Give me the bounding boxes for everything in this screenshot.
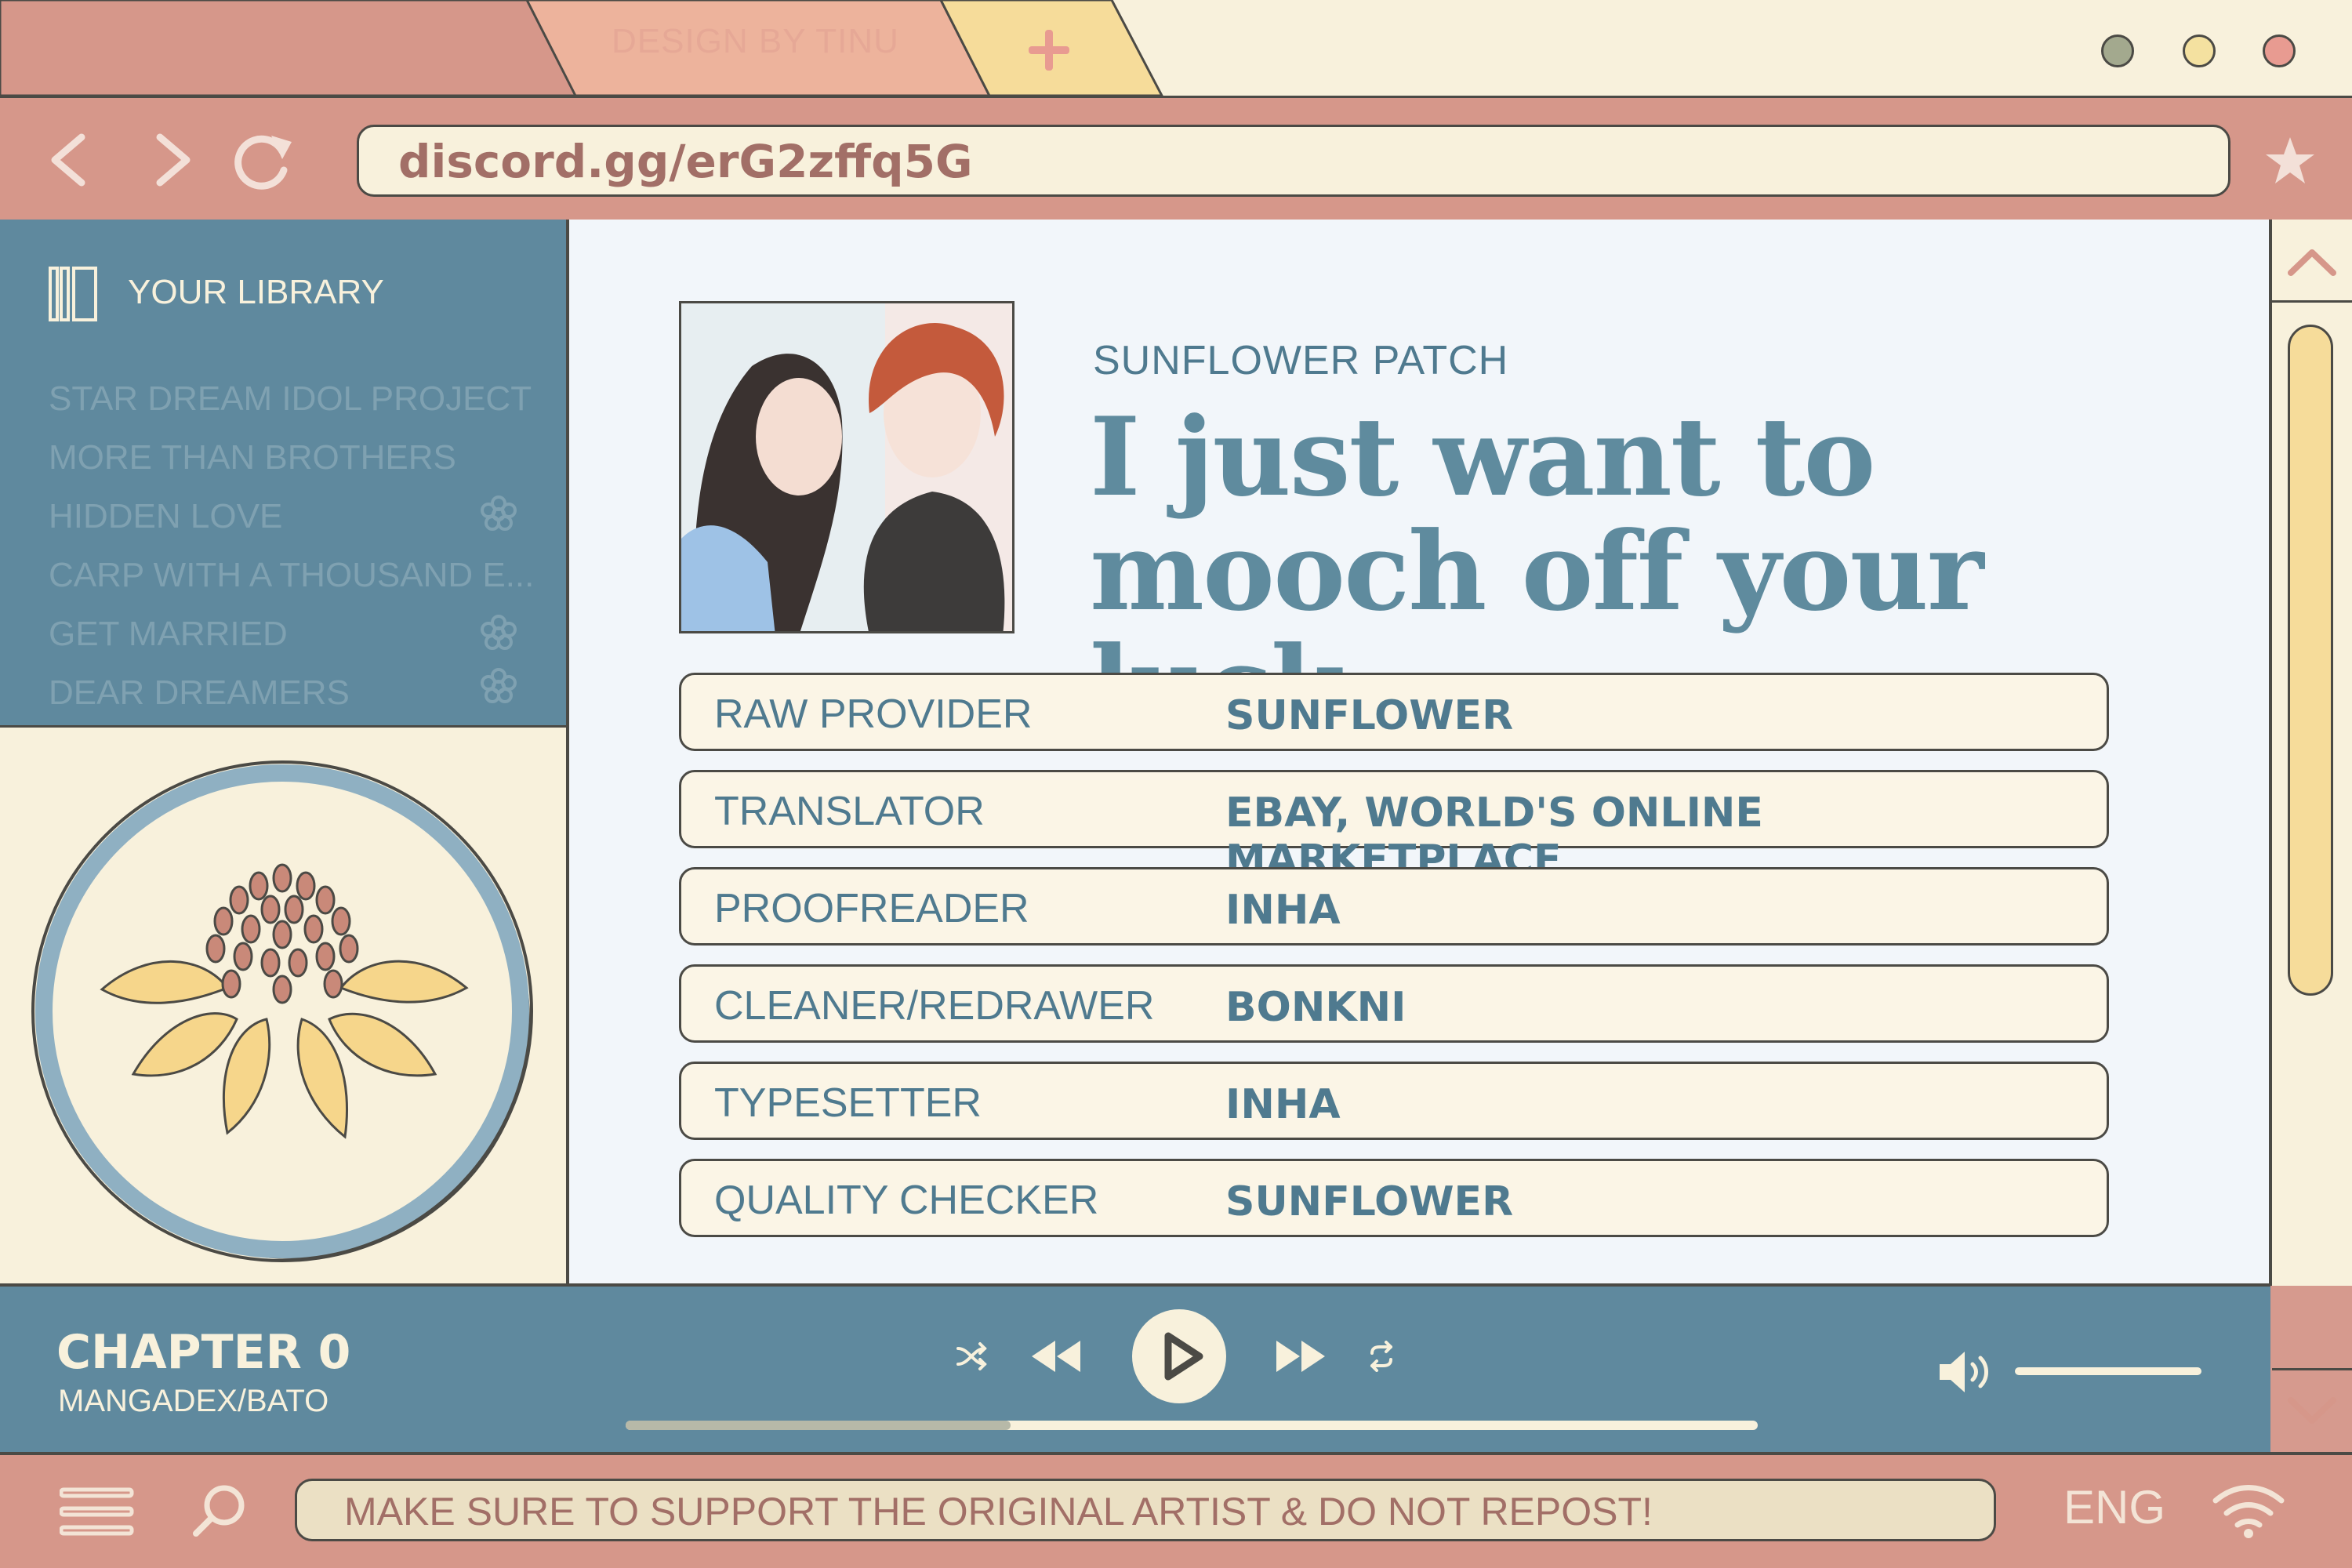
rewind-icon[interactable] [1029,1336,1083,1377]
scroll-down-button[interactable] [2272,1368,2352,1451]
reload-icon[interactable] [227,125,298,195]
address-bar[interactable]: discord.gg/erG2zffq5G [357,125,2230,197]
window-minimize-button[interactable] [2101,34,2134,67]
credit-row: PROOFREADER INHA [679,867,2109,946]
star-icon[interactable] [2263,134,2318,189]
credit-role: TRANSLATOR [714,789,985,834]
chevron-down-icon [2288,1397,2336,1424]
credit-role: CLEANER/REDRAWER [714,983,1155,1029]
credit-role: PROOFREADER [714,886,1029,931]
new-tab-icon[interactable] [1025,27,1073,74]
credit-name: SUNFLOWER [1225,692,1514,739]
volume-slider[interactable] [2015,1367,2201,1375]
flower-icon [481,615,517,650]
tab-bar: DESIGN BY TINU [0,0,2352,96]
shuffle-icon[interactable] [955,1341,989,1372]
tab-active[interactable]: DESIGN BY TINU [612,22,941,61]
library-title: YOUR LIBRARY [128,273,384,311]
play-button[interactable] [1132,1309,1226,1403]
notice-text: MAKE SURE TO SUPPORT THE ORIGINAL ARTIST… [344,1490,1653,1534]
library-item[interactable]: DEAR DREAMERS [49,673,519,713]
credit-row: QUALITY CHECKER SUNFLOWER [679,1159,2109,1237]
cover-image [679,301,1014,633]
credit-role: RAW PROVIDER [714,691,1033,737]
scroll-up-button[interactable] [2272,220,2352,303]
source-label: MANGADEX/BATO [58,1384,329,1418]
repeat-icon[interactable] [1366,1341,1397,1372]
wifi-icon[interactable] [2211,1480,2286,1540]
url-text: discord.gg/erG2zffq5G [398,135,973,188]
tab-strip-graphic [0,0,1163,96]
language-indicator[interactable]: ENG [2063,1480,2165,1534]
credit-row: TRANSLATOR EBAY, WORLD'S ONLINE MARKETPL… [679,770,2109,884]
library-item[interactable]: MORE THAN BROTHERS [49,438,519,477]
library-item[interactable]: CARP WITH A THOUSAND E... [49,556,534,595]
window-close-button[interactable] [2263,34,2296,67]
chapter-label: CHAPTER 0 [56,1325,351,1380]
window-maximize-button[interactable] [2183,34,2216,67]
credit-name: INHA [1225,1081,1341,1128]
credit-row: CLEANER/REDRAWER BONKNI [679,964,2109,1043]
search-icon[interactable] [190,1482,248,1540]
chevron-up-icon [2288,249,2336,276]
navigation-bar: discord.gg/erG2zffq5G [0,96,2352,220]
volume-icon[interactable] [1936,1347,1999,1397]
menu-icon[interactable] [60,1486,135,1537]
fast-forward-icon[interactable] [1273,1336,1328,1377]
credit-name: SUNFLOWER [1225,1178,1514,1225]
library-item[interactable]: GET MARRIED [49,615,519,654]
sunflower-logo [31,760,533,1262]
credit-row: RAW PROVIDER SUNFLOWER [679,673,2109,751]
play-icon [1164,1332,1203,1381]
library-item[interactable]: STAR DREAM IDOL PROJECT [49,379,532,419]
group-name: SUNFLOWER PATCH [1093,338,1509,383]
library-item[interactable]: HIDDEN LOVE [49,497,519,536]
chevron-left-icon[interactable] [36,125,107,195]
credit-name: INHA [1225,887,1341,934]
credit-name: BONKNI [1225,984,1406,1031]
credit-role: QUALITY CHECKER [714,1178,1099,1223]
flower-icon [481,495,517,531]
credit-row: TYPESETTER INHA [679,1062,2109,1140]
credit-role: TYPESETTER [714,1080,982,1126]
progress-fill [626,1421,1011,1430]
chevron-right-icon[interactable] [135,125,205,195]
flower-icon [481,668,517,703]
scrollbar-thumb[interactable] [2288,325,2333,996]
library-icon [49,267,97,321]
notice-bar: MAKE SURE TO SUPPORT THE ORIGINAL ARTIST… [295,1479,1996,1541]
